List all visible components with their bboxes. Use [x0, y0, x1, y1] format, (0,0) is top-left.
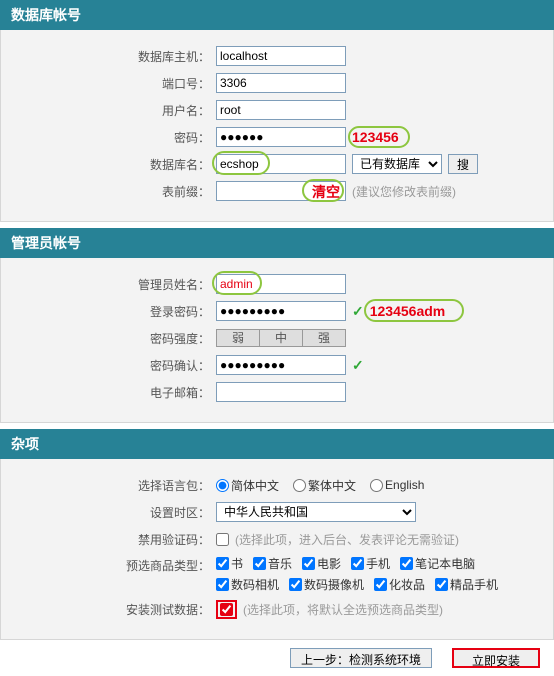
section-title: 管理员帐号 — [11, 235, 81, 251]
section-body-admin: 管理员姓名： 登录密码： ✓ 123456adm 密码强度： 弱 中 强 — [0, 258, 554, 423]
check-icon: ✓ — [352, 303, 364, 320]
label-db-user: 用户名： — [1, 102, 216, 119]
label-email: 电子邮箱： — [1, 384, 216, 401]
hint-testdata: (选择此项，将默认全选预选商品类型) — [243, 601, 443, 618]
input-pass-confirm[interactable] — [216, 355, 346, 375]
checkbox-cat-mobile[interactable] — [351, 557, 364, 570]
hint-prefix: (建议您修改表前缀) — [352, 183, 456, 200]
section-header-admin: 管理员帐号 — [0, 228, 554, 258]
check-icon: ✓ — [352, 357, 364, 374]
checkbox-cat-laptop[interactable] — [400, 557, 413, 570]
section-title: 数据库帐号 — [11, 7, 81, 23]
strength-weak: 弱 — [217, 330, 260, 346]
section-header-database: 数据库帐号 — [0, 0, 554, 30]
strength-strong: 强 — [303, 330, 345, 346]
checkbox-cat-book[interactable] — [216, 557, 229, 570]
label-db-host: 数据库主机： — [1, 48, 216, 65]
label-pass-strength: 密码强度： — [1, 330, 216, 347]
input-email[interactable] — [216, 382, 346, 402]
radio-lang-en[interactable] — [370, 479, 383, 492]
input-db-port[interactable] — [216, 73, 346, 93]
annotation-red-box-testdata — [216, 600, 237, 619]
checkbox-cat-cosmetic[interactable] — [374, 578, 387, 591]
label-disable-captcha: 禁用验证码： — [1, 531, 216, 548]
label-db-pass: 密码： — [1, 129, 216, 146]
back-button[interactable]: 上一步：检测系统环境 — [290, 648, 432, 668]
input-db-pass[interactable] — [216, 127, 346, 147]
label-db-port: 端口号： — [1, 75, 216, 92]
section-title: 杂项 — [11, 436, 39, 452]
checkbox-cat-movie[interactable] — [302, 557, 315, 570]
label-pass-confirm: 密码确认： — [1, 357, 216, 374]
label-admin-name: 管理员姓名： — [1, 276, 216, 293]
section-body-database: 数据库主机： 端口号： 用户名： 密码： 123456 数据库名： 已有数据库 — [0, 30, 554, 222]
label-goods-type: 预选商品类型： — [1, 555, 216, 574]
checkbox-cat-camera[interactable] — [216, 578, 229, 591]
checkbox-cat-music[interactable] — [253, 557, 266, 570]
strength-mid: 中 — [260, 330, 303, 346]
input-admin-pass[interactable] — [216, 301, 346, 321]
radio-lang-cn[interactable] — [216, 479, 229, 492]
annotation-admin-pass-value: 123456adm — [370, 303, 446, 319]
label-language: 选择语言包： — [1, 477, 216, 494]
label-table-prefix: 表前缀： — [1, 183, 216, 200]
annotation-db-pass-value: 123456 — [352, 129, 399, 145]
select-timezone[interactable]: 中华人民共和国 — [216, 502, 416, 522]
goods-type-group: 书 音乐 电影 手机 笔记本电脑 数码相机 数码摄像机 化妆品 精品手机 — [216, 555, 526, 593]
label-admin-pass: 登录密码： — [1, 303, 216, 320]
input-db-user[interactable] — [216, 100, 346, 120]
footer-buttons: 上一步：检测系统环境 立即安装 — [0, 640, 554, 676]
input-db-host[interactable] — [216, 46, 346, 66]
annotation-prefix-clear: 清空 — [312, 182, 340, 202]
password-strength-bar: 弱 中 强 — [216, 329, 346, 347]
checkbox-testdata[interactable] — [220, 603, 233, 616]
radio-lang-tw[interactable] — [293, 479, 306, 492]
checkbox-cat-luxmobile[interactable] — [435, 578, 448, 591]
hint-captcha: (选择此项，进入后台、发表评论无需验证) — [235, 531, 459, 548]
input-admin-name[interactable] — [216, 274, 346, 294]
section-header-misc: 杂项 — [0, 429, 554, 459]
checkbox-cat-dv[interactable] — [289, 578, 302, 591]
checkbox-disable-captcha[interactable] — [216, 533, 229, 546]
search-db-button[interactable]: 搜 — [448, 154, 478, 174]
label-db-name: 数据库名： — [1, 156, 216, 173]
install-button[interactable]: 立即安装 — [452, 648, 540, 668]
label-timezone: 设置时区： — [1, 504, 216, 521]
input-db-name[interactable] — [216, 154, 346, 174]
label-testdata: 安装测试数据： — [1, 601, 216, 618]
select-existing-db[interactable]: 已有数据库 — [352, 154, 442, 174]
